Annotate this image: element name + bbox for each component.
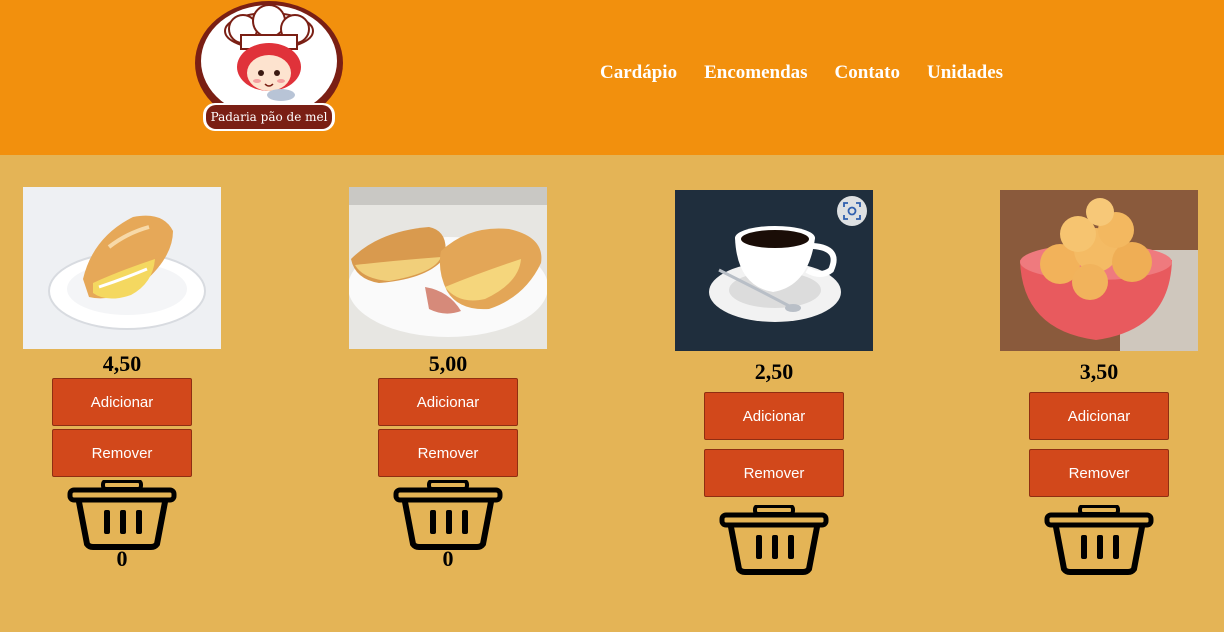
- main-nav: Cardápio Encomendas Contato Unidades: [600, 62, 1003, 84]
- bakery-logo[interactable]: Padaria pão de mel: [193, 1, 345, 131]
- product-price: 4,50: [102, 351, 142, 376]
- remove-button[interactable]: Remover: [52, 429, 192, 477]
- lens-icon[interactable]: [837, 196, 867, 226]
- trash-basket-icon[interactable]: [719, 504, 829, 575]
- product-price: 3,50: [1079, 359, 1119, 384]
- product-price: 5,00: [428, 351, 468, 376]
- nav-link-encomendas[interactable]: Encomendas: [704, 62, 807, 84]
- product-quantity: 0: [116, 546, 128, 571]
- add-button[interactable]: Adicionar: [1029, 392, 1169, 440]
- trash-basket-icon[interactable]: [67, 479, 177, 550]
- product-price: 2,50: [754, 359, 794, 384]
- cheese-bread-bowl-photo: [1000, 190, 1198, 351]
- coffee-cup-photo: [675, 190, 873, 351]
- add-button[interactable]: Adicionar: [704, 392, 844, 440]
- product-quantity: 0: [442, 546, 454, 571]
- bakery-logo-text: Padaria pão de mel: [210, 110, 328, 124]
- add-button[interactable]: Adicionar: [52, 378, 192, 426]
- nav-link-contato[interactable]: Contato: [835, 62, 900, 84]
- remove-button[interactable]: Remover: [1029, 449, 1169, 497]
- header: Padaria pão de mel Cardápio Encomendas C…: [0, 0, 1224, 155]
- nav-link-cardapio[interactable]: Cardápio: [600, 62, 677, 84]
- sandwich-on-plate-photo: [23, 187, 221, 349]
- add-button[interactable]: Adicionar: [378, 378, 518, 426]
- nav-link-unidades[interactable]: Unidades: [927, 62, 1003, 84]
- trash-basket-icon[interactable]: [1044, 504, 1154, 575]
- toasted-sandwiches-photo: [349, 187, 547, 349]
- remove-button[interactable]: Remover: [704, 449, 844, 497]
- trash-basket-icon[interactable]: [393, 479, 503, 550]
- remove-button[interactable]: Remover: [378, 429, 518, 477]
